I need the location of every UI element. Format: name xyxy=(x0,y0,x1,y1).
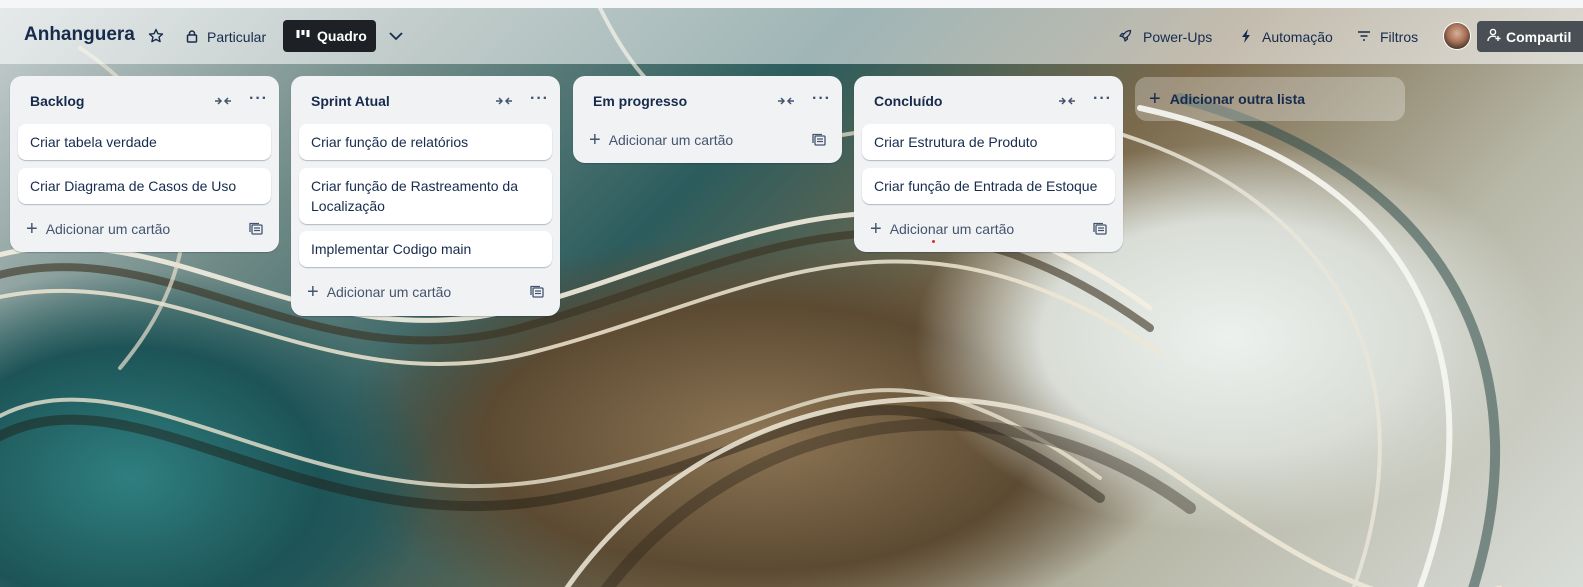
add-card-label: Adicionar um cartão xyxy=(45,221,171,237)
list-title[interactable]: Em progresso xyxy=(593,93,687,109)
add-list-button[interactable]: + Adicionar outra lista xyxy=(1135,77,1405,121)
plus-icon: + xyxy=(307,281,319,303)
list-concluido: Concluído ··· Criar Estrutura de Produto… xyxy=(854,76,1123,252)
rocket-icon xyxy=(1118,29,1132,43)
cursor-marker xyxy=(932,240,935,243)
card[interactable]: Criar função de Entrada de Estoque xyxy=(862,168,1115,204)
board-canvas: Anhanguera Particular Quadro Power-Ups A… xyxy=(0,8,1583,587)
plus-icon: + xyxy=(870,218,882,240)
template-icon[interactable] xyxy=(249,222,263,241)
more-icon[interactable]: ··· xyxy=(1093,90,1112,108)
card[interactable]: Criar Estrutura de Produto xyxy=(862,124,1115,160)
avatar[interactable] xyxy=(1444,23,1470,49)
list-sprint-atual: Sprint Atual ··· Criar função de relatór… xyxy=(291,76,560,316)
add-card-label: Adicionar um cartão xyxy=(326,284,452,300)
template-icon[interactable] xyxy=(530,285,544,304)
share-button[interactable]: Compartil xyxy=(1477,21,1583,52)
list-title[interactable]: Backlog xyxy=(30,93,84,109)
add-list-label: Adicionar outra lista xyxy=(1169,91,1306,107)
filter-icon xyxy=(1357,30,1371,42)
plus-icon: + xyxy=(26,218,38,240)
plus-icon: + xyxy=(589,129,601,151)
more-icon[interactable]: ··· xyxy=(249,90,268,108)
visibility-button[interactable]: Particular xyxy=(207,29,266,45)
more-icon[interactable]: ··· xyxy=(812,90,831,108)
card[interactable]: Criar função de Rastreamento da Localiza… xyxy=(299,168,552,224)
card[interactable]: Criar tabela verdade xyxy=(18,124,271,160)
list-backlog: Backlog ··· Criar tabela verdade Criar D… xyxy=(10,76,279,252)
collapse-list-icon[interactable] xyxy=(214,94,232,112)
template-icon[interactable] xyxy=(812,133,826,152)
add-card-button[interactable]: + Adicionar um cartão xyxy=(307,281,452,303)
plus-icon: + xyxy=(1149,88,1161,110)
view-switcher-button[interactable]: Quadro xyxy=(283,20,376,52)
list-em-progresso: Em progresso ··· + Adicionar um cartão xyxy=(573,76,842,163)
collapse-list-icon[interactable] xyxy=(777,94,795,112)
star-icon[interactable] xyxy=(148,28,164,44)
view-label: Quadro xyxy=(317,28,367,44)
board-icon xyxy=(296,28,310,44)
filters-button[interactable]: Filtros xyxy=(1380,29,1418,45)
collapse-list-icon[interactable] xyxy=(1058,94,1076,112)
add-card-button[interactable]: + Adicionar um cartão xyxy=(589,129,734,151)
add-card-button[interactable]: + Adicionar um cartão xyxy=(26,218,171,240)
board-title[interactable]: Anhanguera xyxy=(24,24,135,46)
powerups-button[interactable]: Power-Ups xyxy=(1143,29,1212,45)
add-card-button[interactable]: + Adicionar um cartão xyxy=(870,218,1015,240)
list-title[interactable]: Sprint Atual xyxy=(311,93,390,109)
lock-icon[interactable] xyxy=(185,29,199,43)
person-add-icon xyxy=(1487,28,1501,45)
automation-button[interactable]: Automação xyxy=(1262,29,1333,45)
card[interactable]: Implementar Codigo main xyxy=(299,231,552,267)
add-card-label: Adicionar um cartão xyxy=(608,132,734,148)
chevron-down-icon[interactable] xyxy=(387,28,405,44)
add-card-label: Adicionar um cartão xyxy=(889,221,1015,237)
collapse-list-icon[interactable] xyxy=(495,94,513,112)
share-label: Compartil xyxy=(1506,28,1572,45)
bolt-icon xyxy=(1240,29,1252,43)
list-title[interactable]: Concluído xyxy=(874,93,942,109)
more-icon[interactable]: ··· xyxy=(530,90,549,108)
template-icon[interactable] xyxy=(1093,222,1107,241)
card[interactable]: Criar Diagrama de Casos de Uso xyxy=(18,168,271,204)
board-header: Anhanguera Particular Quadro Power-Ups A… xyxy=(0,8,1583,64)
card[interactable]: Criar função de relatórios xyxy=(299,124,552,160)
